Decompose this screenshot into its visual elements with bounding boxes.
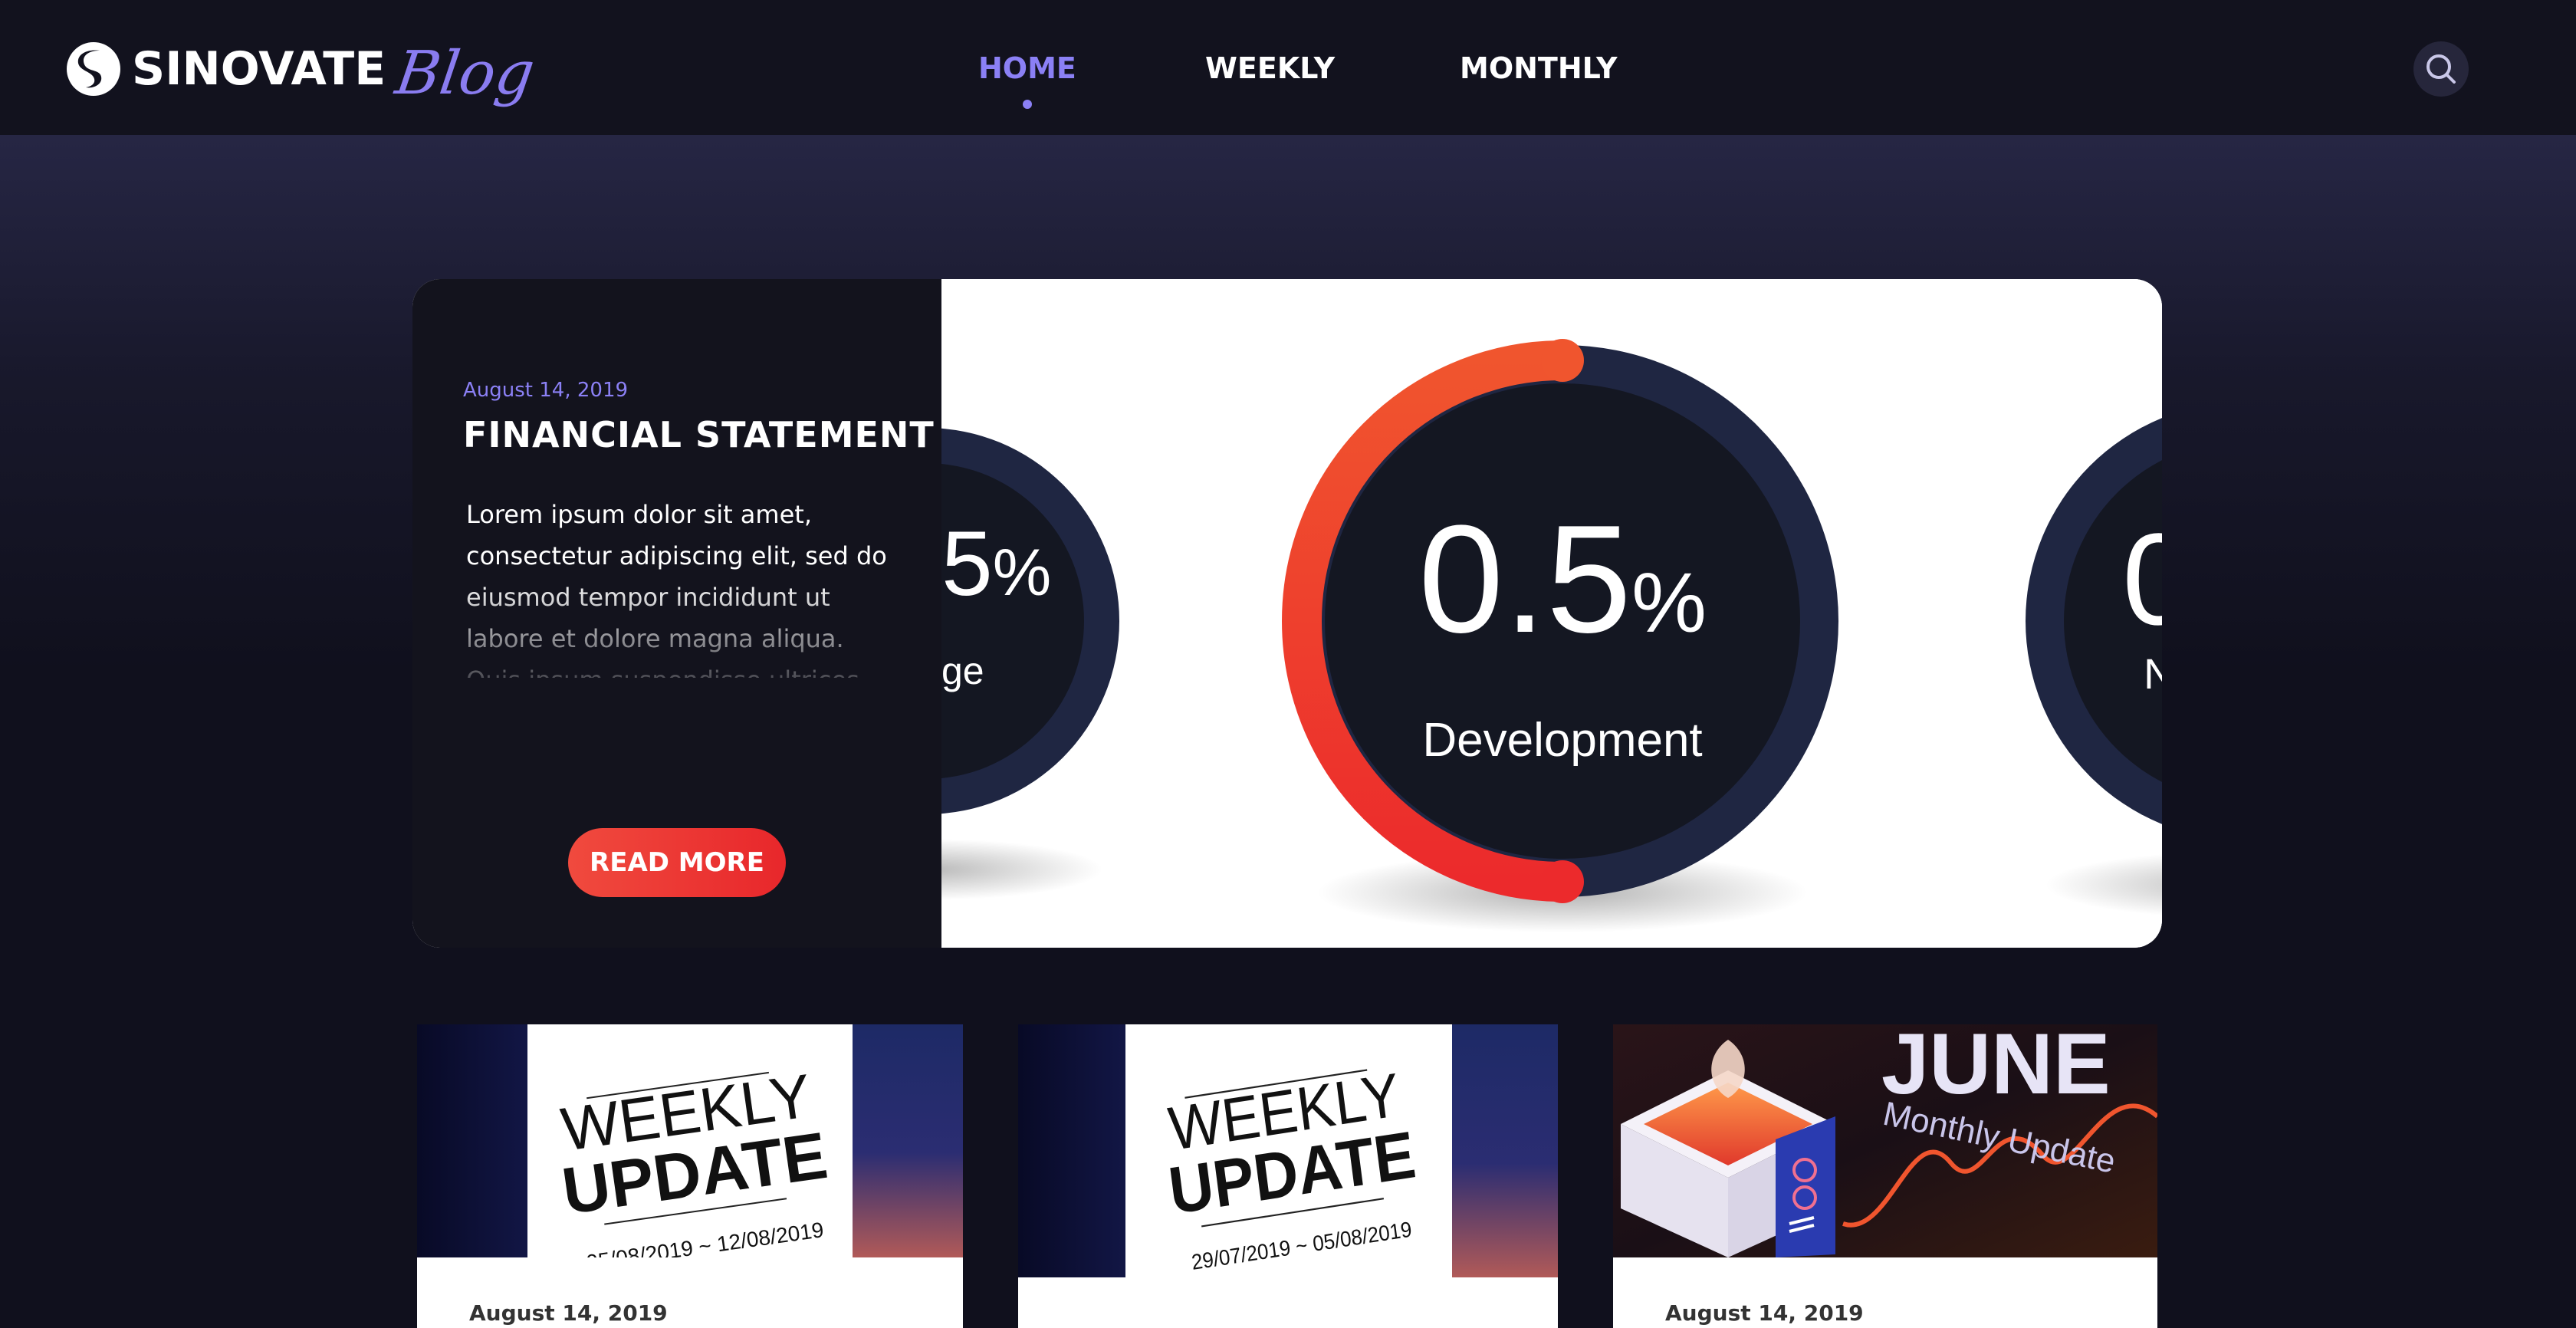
search-button[interactable] [2413, 41, 2469, 97]
weekly-update-thumbnail-2: WEEKLY UPDATE 29/07/2019 ~ 05/08/2019 [1018, 1024, 1558, 1277]
featured-post[interactable]: August 14, 2019 FINANCIAL STATEMENT Lore… [412, 279, 2162, 948]
weekly-update-thumbnail: WEEKLY UPDATE 05/08/2019 ~ 12/08/2019 [417, 1024, 963, 1257]
featured-image: 5% ge 0.5% Development 0. N [941, 279, 2162, 948]
nav-weekly-label: WEEKLY [1205, 51, 1336, 85]
left-gauge-label: ge [941, 649, 984, 692]
active-indicator-dot [1022, 100, 1032, 109]
nav-home-label: HOME [978, 51, 1076, 85]
card1-date: August 14, 2019 [469, 1300, 668, 1326]
nav-monthly-label: MONTHLY [1460, 51, 1618, 85]
top-navigation-bar: SINOVATE Blog HOME WEEKLY MONTHLY [0, 0, 2576, 135]
search-icon [2426, 54, 2456, 84]
nav-home[interactable]: HOME [978, 49, 1076, 109]
post-card-monthly[interactable]: JUNE Monthly Update August 14, 2019 [1613, 1024, 2157, 1328]
read-more-button[interactable]: READ MORE [568, 828, 786, 897]
monthly-update-thumbnail: JUNE Monthly Update [1613, 1024, 2157, 1257]
featured-title[interactable]: FINANCIAL STATEMENT [463, 414, 935, 455]
featured-text-panel: August 14, 2019 FINANCIAL STATEMENT Lore… [412, 279, 941, 948]
right-gauge-label: N [2144, 649, 2162, 698]
post-card-weekly-1[interactable]: WEEKLY UPDATE 05/08/2019 ~ 12/08/2019 Au… [417, 1024, 963, 1328]
center-gauge-label: Development [1422, 714, 1702, 767]
featured-excerpt: Lorem ipsum dolor sit amet, consectetur … [466, 500, 887, 678]
post-card-weekly-2[interactable]: WEEKLY UPDATE 29/07/2019 ~ 05/08/2019 [1018, 1024, 1558, 1328]
featured-date: August 14, 2019 [463, 379, 629, 402]
right-gauge-value: 0. [2122, 507, 2162, 652]
nav-monthly[interactable]: MONTHLY [1460, 49, 1617, 87]
card3-date: August 14, 2019 [1665, 1300, 1864, 1326]
card3-title: JUNE [1881, 1024, 2111, 1112]
main-nav: HOME WEEKLY MONTHLY [0, 49, 2576, 118]
nav-weekly[interactable]: WEEKLY [1205, 49, 1335, 87]
